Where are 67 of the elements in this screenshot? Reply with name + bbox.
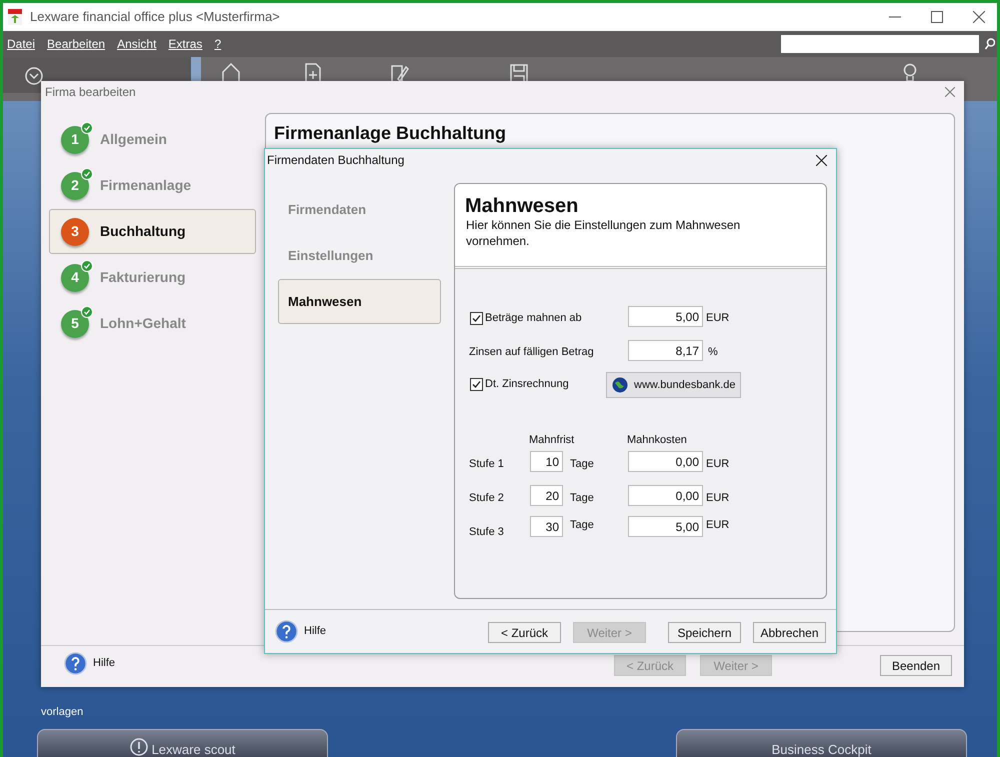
window-title: Lexware financial office plus <Musterfirma> (30, 8, 280, 26)
menu-item[interactable]: ? (214, 35, 222, 53)
unit-label: EUR (706, 491, 730, 506)
dialog-button[interactable]: Abbrechen (753, 622, 826, 643)
input-field[interactable]: 0,00 (628, 451, 703, 472)
unit-label: % (708, 345, 718, 360)
dropdown-icon (25, 67, 43, 85)
input-field[interactable]: 5,00 (628, 516, 703, 537)
step-item[interactable]: 3 Buchhaltung (49, 209, 256, 254)
help-icon[interactable] (275, 620, 298, 643)
field-label: Stufe 3 (469, 525, 504, 540)
unit-label: Tage (570, 491, 594, 506)
help-icon[interactable] (64, 652, 87, 675)
panel-title: Firmenanlage Buchhaltung (274, 122, 506, 145)
help-link[interactable]: Hilfe (93, 655, 116, 672)
link-button[interactable]: www.bundesbank.de (606, 372, 741, 398)
field-label: Stufe 1 (469, 457, 504, 472)
unit-label: EUR (706, 311, 730, 326)
unit-label: EUR (706, 457, 730, 472)
step-number: 3 (61, 218, 89, 246)
nav-item[interactable]: Mahnwesen (278, 279, 441, 324)
tile-button[interactable]: Lexware scout (37, 729, 328, 757)
checkbox-label: Beträge mahnen ab (485, 311, 582, 326)
menu-item[interactable]: Extras (168, 35, 202, 53)
column-header: Mahnfrist (529, 433, 574, 448)
checkbox[interactable] (470, 312, 483, 325)
dialog-title: Firma bearbeiten (45, 84, 136, 101)
wizard-button[interactable]: Beenden (880, 655, 952, 676)
close-icon[interactable] (973, 11, 985, 23)
search-icon[interactable] (985, 38, 995, 50)
input-field[interactable]: 30 (530, 516, 563, 537)
menu-item[interactable]: Bearbeiten (47, 35, 106, 53)
tile-button[interactable]: Business Cockpit (676, 729, 967, 757)
checkbox-label: Dt. Zinsrechnung (485, 377, 569, 392)
unit-label: EUR (706, 518, 730, 533)
alert-icon (130, 738, 148, 756)
toolbar-separator (191, 57, 201, 81)
input-field[interactable]: 10 (530, 451, 563, 472)
maximize-icon[interactable] (931, 11, 943, 23)
input-field[interactable]: 8,17 (628, 340, 703, 361)
menu-item[interactable]: Ansicht (117, 35, 156, 53)
input-field[interactable]: 20 (530, 485, 563, 506)
unit-label: Tage (570, 518, 594, 533)
input-field[interactable]: 5,00 (628, 306, 703, 327)
search-field[interactable] (781, 35, 979, 53)
dialog-button[interactable]: < Zurück (488, 622, 561, 643)
app-icon (8, 9, 22, 25)
section-description: Hier können Sie die Einstellungen zum Mahnwesen vornehmen. (466, 217, 742, 249)
step-label: Fakturierung (100, 268, 186, 287)
checkbox[interactable] (470, 378, 483, 391)
dialog-title: Firmendaten Buchhaltung (267, 152, 404, 169)
section-heading: Mahnwesen (465, 194, 578, 219)
field-label: Stufe 2 (469, 491, 504, 506)
unit-label: Tage (570, 457, 594, 472)
step-label: Allgemein (100, 130, 167, 149)
menu-item[interactable]: Datei (7, 35, 36, 53)
section-label: vorlagen (41, 705, 84, 720)
column-header: Mahnkosten (627, 433, 687, 448)
dialog-button[interactable]: Speichern (668, 622, 741, 643)
step-label: Lohn+Gehalt (100, 314, 186, 333)
step-label: Buchhaltung (100, 222, 186, 241)
step-label: Firmenanlage (100, 176, 192, 195)
close-icon[interactable] (816, 154, 827, 166)
help-link[interactable]: Hilfe (304, 623, 326, 640)
globe-icon (612, 377, 628, 393)
input-field[interactable]: 0,00 (628, 485, 703, 506)
field-label: Zinsen auf fälligen Betrag (469, 345, 594, 360)
